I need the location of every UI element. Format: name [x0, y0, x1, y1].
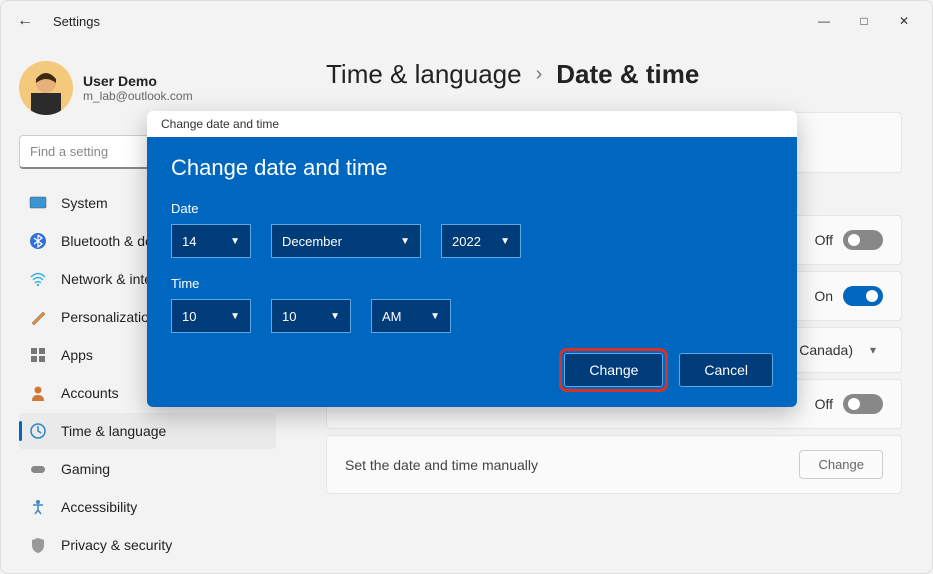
accessibility-icon — [29, 498, 47, 516]
toggle-switch[interactable] — [843, 394, 883, 414]
sidebar-item-accessibility[interactable]: Accessibility — [19, 489, 276, 525]
breadcrumb-parent[interactable]: Time & language — [326, 59, 522, 90]
date-label: Date — [171, 201, 773, 216]
chevron-down-icon: ▼ — [400, 236, 410, 247]
minimize-button[interactable]: ― — [804, 5, 844, 37]
minute-select[interactable]: 10▼ — [271, 299, 351, 333]
chevron-down-icon: ▾ — [863, 343, 883, 357]
toggle-state-on: On — [814, 288, 833, 304]
chevron-down-icon: ▼ — [430, 311, 440, 322]
toggle-switch[interactable] — [843, 230, 883, 250]
chevron-down-icon: ▼ — [230, 236, 240, 247]
toggle-switch[interactable] — [843, 286, 883, 306]
month-select[interactable]: December▼ — [271, 224, 421, 258]
clock-globe-icon — [29, 422, 47, 440]
sidebar-item-label: Privacy & security — [61, 537, 172, 553]
wifi-icon — [29, 270, 47, 288]
change-date-time-dialog: Change date and time Change date and tim… — [147, 111, 797, 407]
time-label: Time — [171, 276, 773, 291]
person-icon — [29, 384, 47, 402]
chevron-down-icon: ▼ — [330, 311, 340, 322]
dialog-heading: Change date and time — [171, 155, 773, 181]
toggle-state-off: Off — [815, 396, 833, 412]
sidebar-item-label: Accessibility — [61, 499, 137, 515]
chevron-down-icon: ▼ — [230, 311, 240, 322]
profile-name: User Demo — [83, 73, 193, 89]
apps-icon — [29, 346, 47, 364]
day-select[interactable]: 14▼ — [171, 224, 251, 258]
window-title: Settings — [53, 14, 100, 29]
sidebar-item-time-language[interactable]: Time & language — [19, 413, 276, 449]
shield-icon — [29, 536, 47, 554]
sidebar-item-label: Apps — [61, 347, 93, 363]
hour-select[interactable]: 10▼ — [171, 299, 251, 333]
avatar — [19, 61, 73, 115]
maximize-button[interactable]: □ — [844, 5, 884, 37]
back-button[interactable]: ← — [9, 5, 41, 37]
close-button[interactable]: ✕ — [884, 5, 924, 37]
dialog-window-title: Change date and time — [147, 111, 797, 137]
ampm-select[interactable]: AM▼ — [371, 299, 451, 333]
year-select[interactable]: 2022▼ — [441, 224, 521, 258]
dialog-change-button[interactable]: Change — [564, 353, 663, 387]
manual-time-row: Set the date and time manually Change — [326, 435, 902, 494]
breadcrumb-current: Date & time — [556, 59, 699, 90]
bluetooth-icon — [29, 232, 47, 250]
chevron-right-icon: › — [536, 63, 543, 86]
change-button[interactable]: Change — [799, 450, 883, 479]
chevron-down-icon: ▼ — [500, 236, 510, 247]
profile-email: m_lab@outlook.com — [83, 89, 193, 103]
manual-time-label: Set the date and time manually — [345, 457, 799, 473]
sidebar-item-gaming[interactable]: Gaming — [19, 451, 276, 487]
sidebar-item-label: Time & language — [61, 423, 166, 439]
dialog-cancel-button[interactable]: Cancel — [679, 353, 773, 387]
sidebar-item-privacy[interactable]: Privacy & security — [19, 527, 276, 563]
sidebar-item-label: Gaming — [61, 461, 110, 477]
breadcrumb: Time & language › Date & time — [326, 59, 902, 90]
brush-icon — [29, 308, 47, 326]
sidebar-item-label: Personalization — [61, 309, 157, 325]
sidebar-item-label: Accounts — [61, 385, 119, 401]
gamepad-icon — [29, 460, 47, 478]
toggle-state-off: Off — [815, 232, 833, 248]
system-icon — [29, 194, 47, 212]
sidebar-item-label: System — [61, 195, 108, 211]
